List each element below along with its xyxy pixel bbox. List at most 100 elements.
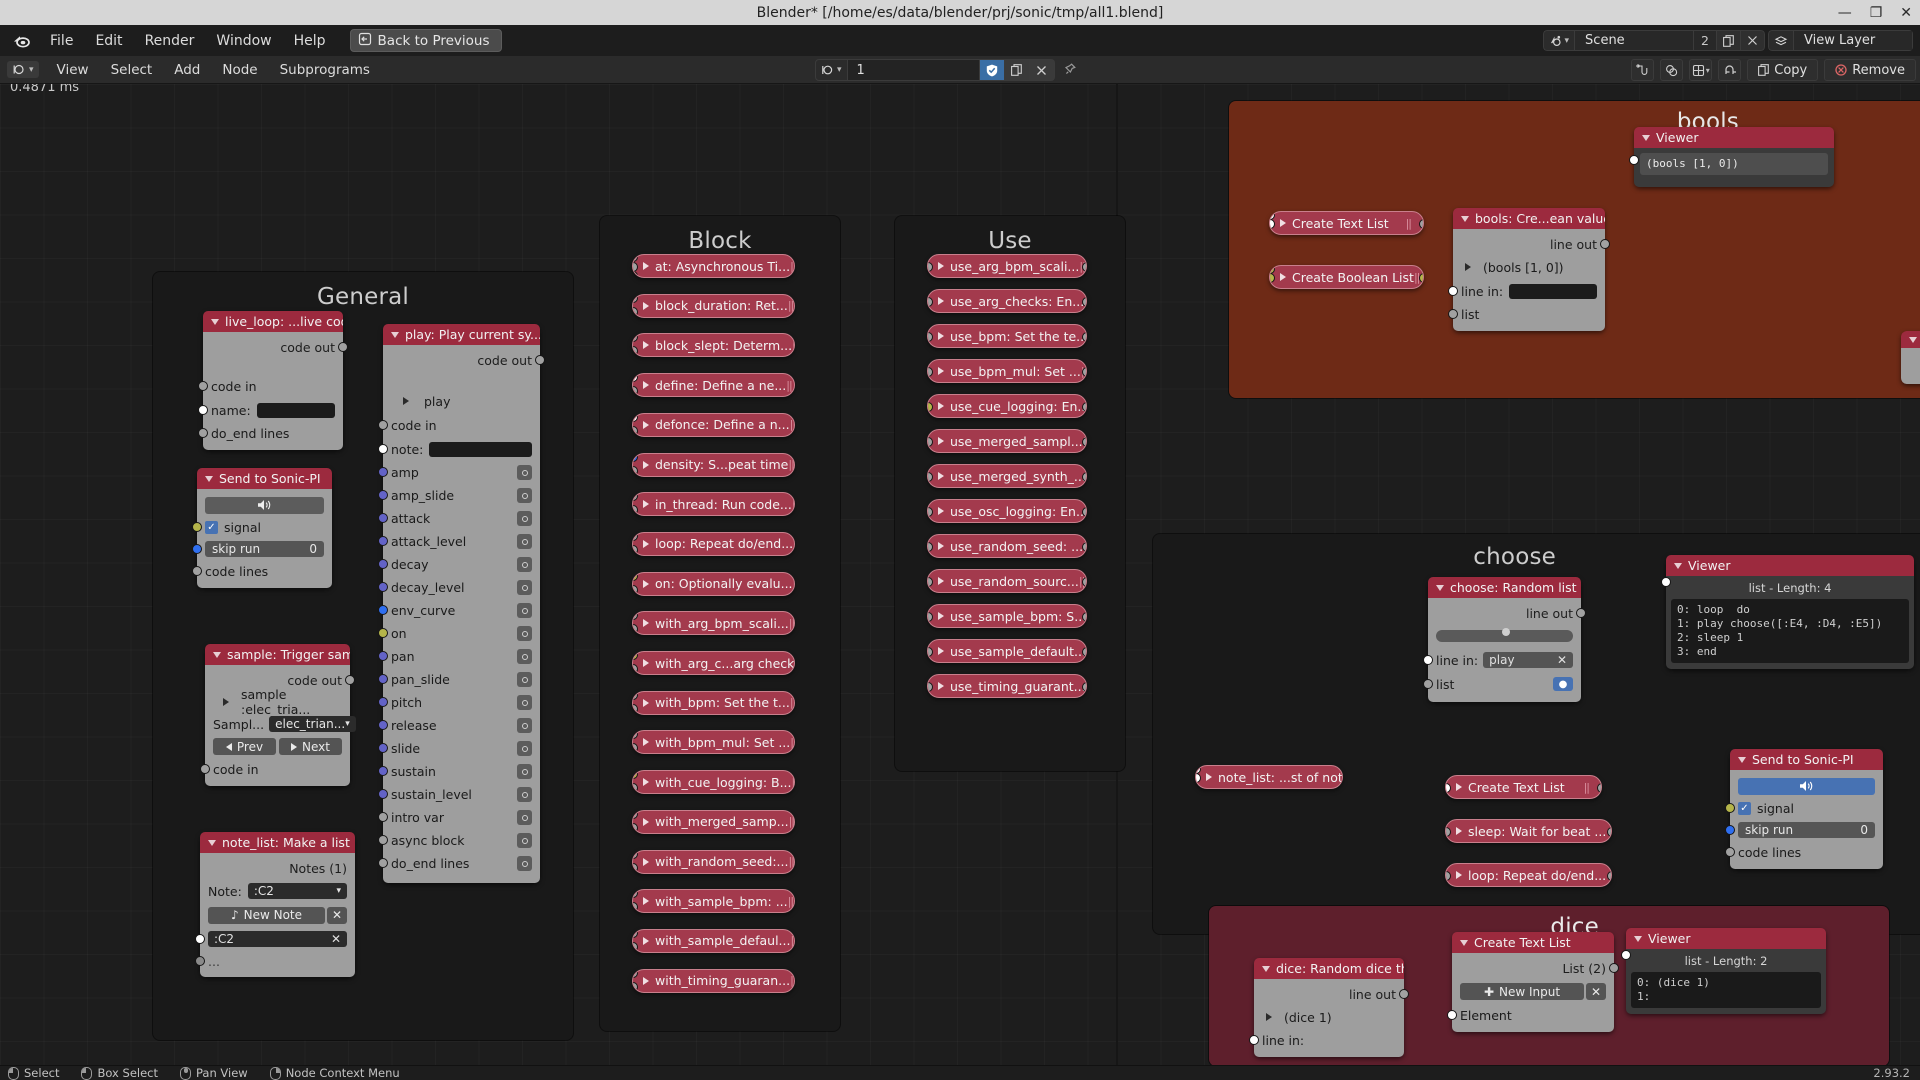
menu-window[interactable]: Window (206, 30, 281, 52)
play-param-toggle[interactable] (517, 649, 532, 664)
socket-play-param[interactable] (378, 582, 388, 592)
node-bools-header[interactable]: bools: Cre...ean values (1453, 208, 1605, 229)
node-choose-viewer-header[interactable]: Viewer (1666, 555, 1914, 576)
dice-new-input-button[interactable]: ✚ New Input (1460, 983, 1584, 1000)
socket-cbl-in-2[interactable] (1270, 273, 1275, 283)
socket[interactable] (633, 294, 638, 303)
expand-triangle-icon[interactable] (1266, 1013, 1272, 1021)
nodetree-new-copy-button[interactable] (1004, 59, 1030, 81)
socket[interactable] (633, 691, 638, 700)
node-collapsed[interactable]: with_bpm_mul: Set ...|| (632, 730, 795, 755)
node-collapsed[interactable]: with_sample_bpm: ... || (632, 889, 795, 914)
socket[interactable] (633, 374, 638, 383)
view-layer-selector[interactable]: View Layer (1768, 30, 1913, 51)
socket-ctl-in-2[interactable] (1270, 219, 1275, 229)
socket-play-param[interactable] (378, 812, 388, 822)
socket-out[interactable] (1082, 612, 1086, 622)
socket[interactable] (633, 255, 638, 262)
socket-do-end[interactable] (198, 428, 208, 438)
editor-type-selector[interactable]: ▾ (7, 61, 39, 78)
socket[interactable] (633, 505, 638, 516)
socket-signal[interactable] (192, 522, 202, 532)
play-param-toggle[interactable] (517, 672, 532, 687)
socket-skip-run[interactable] (192, 544, 202, 554)
node-collapsed[interactable]: with_arg_c...arg checks|| (632, 651, 795, 675)
socket[interactable] (633, 783, 638, 794)
nodetree-icon[interactable]: ▾ (815, 59, 848, 81)
scene-delete-button[interactable] (1741, 30, 1765, 51)
socket-out[interactable] (1082, 332, 1086, 342)
socket[interactable] (633, 271, 638, 277)
expand-triangle-icon[interactable] (938, 402, 944, 410)
pin-icon[interactable] (1055, 59, 1084, 81)
socket-play-param[interactable] (378, 651, 388, 661)
menu-add[interactable]: Add (164, 59, 210, 81)
play-param-toggle[interactable] (517, 741, 532, 756)
minimize-icon[interactable]: — (1838, 6, 1852, 20)
collapse-triangle-icon[interactable] (1674, 562, 1682, 569)
socket-loop-out[interactable] (1607, 871, 1611, 881)
node-play-header[interactable]: play: Play current sy... (383, 324, 540, 345)
expand-triangle-icon[interactable] (938, 577, 944, 585)
node-collapsed[interactable]: block_slept: Determ...|| (632, 333, 795, 358)
view-layer-icon[interactable] (1768, 30, 1793, 51)
node-send-sonic-1-header[interactable]: Send to Sonic-PI (197, 468, 332, 489)
node-sample[interactable]: sample: Trigger sam... code out sample :… (200, 644, 356, 786)
expand-triangle-icon[interactable] (938, 332, 944, 340)
play-param-toggle[interactable] (517, 465, 532, 480)
remove-button[interactable]: Remove (1824, 59, 1916, 81)
socket-play-param[interactable] (378, 789, 388, 799)
close-icon[interactable]: ✕ (1900, 6, 1912, 20)
expand-triangle-icon[interactable] (938, 507, 944, 515)
copy-button[interactable]: Copy (1747, 59, 1819, 81)
socket-choose-line-in[interactable] (1423, 655, 1433, 665)
node-note-list-choose[interactable]: note_list: ...st of notes (1195, 765, 1343, 789)
socket[interactable] (633, 703, 638, 714)
node-create-text-list-bools[interactable]: Create Text List || (1269, 211, 1424, 235)
menu-file[interactable]: File (40, 30, 83, 52)
node-collapsed[interactable]: loop: Repeat do/end...|| (632, 531, 795, 556)
play-param-toggle[interactable] (517, 718, 532, 733)
node-collapsed[interactable]: with_merged_samp... || (632, 809, 795, 834)
node-collapsed[interactable]: use_arg_bpm_scali...|| (927, 254, 1087, 278)
expand-triangle-icon[interactable] (643, 500, 649, 509)
socket[interactable] (928, 402, 933, 412)
menu-view[interactable]: View (47, 59, 99, 81)
name-input[interactable] (256, 402, 335, 418)
node-collapsed[interactable]: with_cue_logging: B...|| (632, 770, 795, 795)
node-collapsed[interactable]: use_random_seed: ...|| (927, 534, 1087, 558)
collapse-triangle-icon[interactable] (208, 839, 216, 846)
node-collapsed[interactable]: defonce: Define a n... || (632, 412, 795, 437)
expand-triangle-icon[interactable] (643, 460, 649, 469)
node-dice[interactable]: dice: Random dice th... line out (dice 1… (1249, 958, 1409, 1057)
socket-out[interactable] (1082, 262, 1086, 272)
socket[interactable] (633, 532, 638, 541)
collapse-triangle-icon[interactable] (1909, 336, 1917, 343)
socket[interactable] (633, 810, 638, 819)
node-offscreen-right[interactable] (1901, 331, 1920, 384)
socket[interactable] (928, 612, 933, 622)
overlay-icon[interactable] (1660, 59, 1684, 81)
node-choose[interactable]: choose: Random list ... line out line in… (1423, 577, 1586, 702)
expand-triangle-icon[interactable] (643, 539, 649, 548)
socket-play-param[interactable] (378, 467, 388, 477)
socket-ctlc-out[interactable] (1597, 783, 1601, 793)
menu-subprograms[interactable]: Subprograms (270, 59, 380, 81)
socket-code-in[interactable] (198, 381, 208, 391)
play-param-toggle[interactable] (517, 511, 532, 526)
expand-triangle-icon[interactable] (938, 542, 944, 550)
node-dice-create-text-list[interactable]: Create Text List List (2) ✚ New Input ✕ (1447, 932, 1619, 1032)
socket[interactable] (928, 682, 933, 692)
node-live-loop[interactable]: live_loop: ...live coding code out code … (198, 311, 348, 450)
expand-triangle-icon[interactable] (403, 397, 409, 405)
socket-play-param[interactable] (378, 743, 388, 753)
node-dice-viewer[interactable]: Viewer list - Length: 2 0: (dice 1) 1: (1621, 928, 1826, 1014)
node-collapsed[interactable]: with_sample_defaul...|| (632, 928, 795, 953)
node-live-loop-header[interactable]: live_loop: ...live coding (203, 311, 343, 332)
socket[interactable] (928, 262, 933, 272)
socket[interactable] (633, 413, 638, 422)
socket[interactable] (633, 981, 638, 992)
play-param-toggle[interactable] (517, 764, 532, 779)
expand-triangle-icon[interactable] (643, 301, 649, 310)
node-send-to-sonic-pi-1[interactable]: Send to Sonic-PI ✓ signal skip run 0 cod… (192, 468, 332, 588)
